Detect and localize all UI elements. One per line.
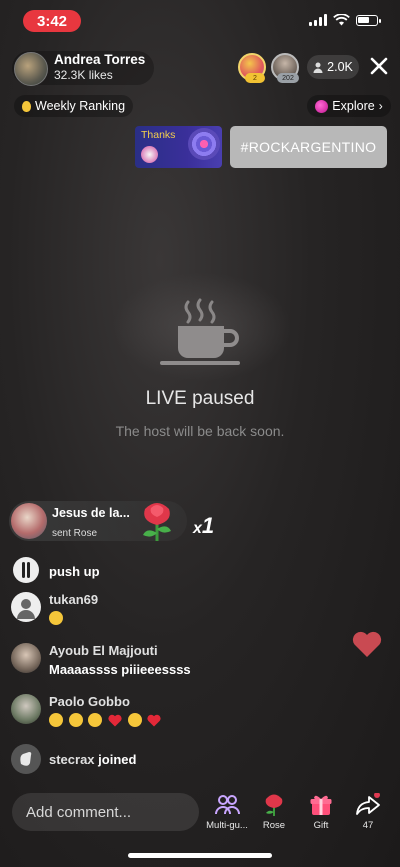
red-heart-icon — [108, 714, 122, 727]
close-button[interactable] — [366, 53, 392, 79]
comment-text: Maaaassss piiieeessss — [49, 662, 191, 677]
join-notification: stecrax joined — [11, 744, 211, 774]
rose-label: Rose — [262, 820, 286, 831]
gift-label: Gift — [313, 820, 329, 831]
viewer-count-button[interactable]: 2.0K — [307, 55, 359, 79]
rose-icon — [143, 503, 171, 541]
gift-sender-avatar[interactable] — [11, 503, 47, 539]
status-time: 3:42 — [23, 10, 81, 32]
waving-hand-icon — [20, 752, 32, 766]
explore-button[interactable]: Explore › — [307, 95, 391, 117]
cellular-signal-icon — [309, 14, 327, 26]
host-name: Andrea Torres — [54, 52, 146, 67]
share-button[interactable]: 47 — [344, 793, 392, 831]
multi-guest-button[interactable]: Multi-gu... — [203, 793, 251, 831]
gift-action: sent Rose — [52, 528, 98, 539]
explore-label: Explore — [332, 99, 375, 113]
smiling-hearts-emoji-icon — [88, 713, 103, 727]
live-paused-title: LIVE paused — [145, 388, 255, 409]
comment-emojis — [49, 713, 163, 728]
multi-guest-label: Multi-gu... — [206, 820, 248, 831]
rose-gift-button[interactable]: Rose — [250, 793, 298, 831]
viewer-count: 2.0K — [327, 60, 353, 74]
host-likes: 32.3K likes — [54, 68, 113, 82]
commenter-name: Paolo Gobbo — [49, 694, 130, 709]
chevron-right-icon: › — [378, 99, 383, 113]
explore-orb-icon — [315, 99, 329, 113]
share-count: 47 — [362, 820, 374, 831]
heart-eyes-emoji-icon — [49, 713, 63, 727]
coffee-cup-icon — [160, 298, 240, 365]
floating-heart-icon — [352, 631, 382, 657]
weekly-ranking-button[interactable]: Weekly Ranking — [14, 95, 134, 117]
join-text: stecrax joined — [49, 752, 136, 767]
home-indicator[interactable] — [128, 853, 272, 858]
battery-icon — [356, 14, 381, 26]
gift-box-icon — [310, 795, 332, 815]
person-icon — [17, 599, 35, 619]
hashtag-chip[interactable]: #ROCKARGENTINO — [230, 126, 387, 168]
commenter-name: stecrax — [49, 752, 95, 767]
gift-multiplier-count: 1 — [201, 513, 215, 538]
flame-icon — [22, 100, 31, 112]
multi-guest-icon — [215, 795, 240, 815]
kiss-emoji-icon — [127, 713, 142, 727]
viewer-rank-badge: 202 — [277, 73, 299, 83]
comment-emojis — [49, 611, 65, 626]
join-label: joined — [98, 752, 137, 767]
viewer-rank-badge: 2 — [245, 73, 265, 83]
live-paused-subtitle: The host will be back soon. — [115, 423, 285, 439]
gift-multiplier: x1 — [193, 513, 214, 539]
thanks-avatar — [141, 146, 158, 163]
laughing-emoji-icon — [49, 611, 63, 625]
gift-sender-name: Jesus de la... — [52, 506, 130, 520]
commenter-avatar[interactable] — [11, 744, 41, 774]
thanks-label: Thanks — [141, 129, 176, 141]
hands-icon — [22, 562, 30, 578]
commenter-name: Ayoub El Majjouti — [49, 643, 158, 658]
commenter-avatar[interactable] — [11, 643, 41, 673]
close-icon — [370, 57, 388, 75]
status-icons — [309, 14, 381, 26]
commenter-avatar[interactable] — [13, 557, 39, 583]
rose-icon — [265, 794, 283, 816]
gift-button[interactable]: Gift — [297, 793, 345, 831]
share-arrow-icon — [356, 793, 380, 815]
commenter-name: tukan69 — [49, 592, 99, 607]
comment-text: push up — [49, 564, 100, 579]
wifi-icon — [333, 14, 350, 26]
add-comment-input[interactable]: Add comment... — [12, 793, 199, 831]
person-icon — [313, 62, 323, 73]
target-icon — [188, 128, 220, 160]
gift-multiplier-x: x — [193, 520, 202, 537]
weekly-ranking-label: Weekly Ranking — [35, 99, 126, 113]
commenter-avatar[interactable] — [11, 694, 41, 724]
comment-item: tukan69 — [11, 592, 211, 626]
comment-item: Paolo Gobbo — [11, 694, 251, 730]
comment-item: push up — [11, 552, 211, 584]
host-avatar[interactable] — [14, 52, 48, 86]
red-heart-icon — [147, 714, 161, 727]
kiss-emoji-icon — [68, 713, 83, 727]
comment-item: Ayoub El Majjouti Maaaassss piiieeessss — [11, 643, 251, 679]
commenter-avatar[interactable] — [11, 592, 41, 622]
